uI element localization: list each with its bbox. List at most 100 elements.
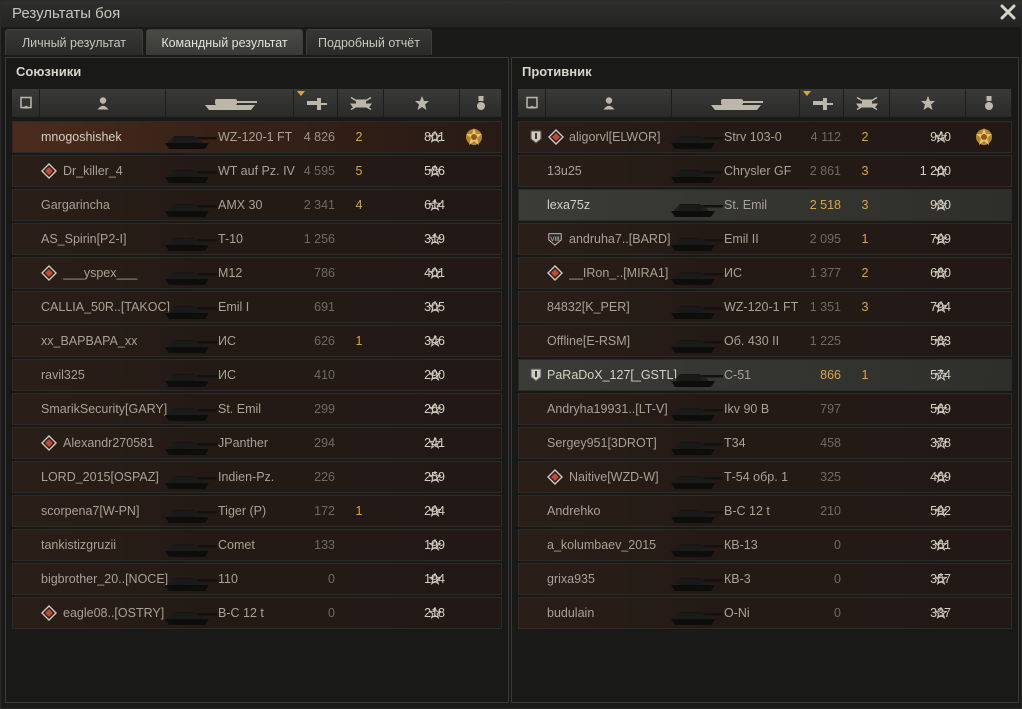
tank-thumbnail-icon — [671, 476, 723, 489]
title-bar: Результаты боя — [1, 1, 1022, 27]
tank-thumbnail-icon — [165, 442, 217, 455]
tank-thumbnail-icon — [165, 170, 217, 183]
player-row[interactable]: VIII andruha7..[BARD] Emil II 2 095 1 799 — [518, 223, 1012, 255]
xp-star-icon — [935, 607, 947, 619]
player-row[interactable]: a_kolumbaev_2015 КВ-13 0 361 — [518, 529, 1012, 561]
player-name: bigbrother_20..[NOCE] — [41, 572, 169, 586]
player-name: budulain — [547, 606, 595, 620]
platoon-icon — [19, 96, 32, 109]
player-row[interactable]: tankistizgruzii Comet 133 199 — [12, 529, 502, 561]
column-medals[interactable] — [460, 89, 502, 117]
column-xp[interactable] — [890, 89, 966, 117]
medal-icon[interactable] — [463, 126, 485, 148]
player-row[interactable]: Andrehko B-C 12 t 210 592 — [518, 495, 1012, 527]
xp-star-icon — [429, 335, 441, 347]
frags-value — [343, 292, 375, 322]
enemies-panel: Противник aligorvl[ELWOR] Strv 103-0 4 112… — [511, 57, 1019, 703]
tank-name: Т-54 обр. 1 — [724, 470, 789, 484]
column-damage[interactable] — [800, 89, 844, 117]
player-row[interactable]: scorpena7[W-PN] Tiger (P) 172 1 294 — [12, 495, 502, 527]
damage-value: 626 — [314, 334, 335, 348]
player-row[interactable]: mnogoshishek WZ-120-1 FT 4 826 2 801 — [12, 121, 502, 153]
tab-team-result[interactable]: Командный результат — [146, 29, 303, 55]
player-row[interactable]: __IRon_..[MIRA1] ИС 1 377 2 680 — [518, 257, 1012, 289]
tab-personal-result[interactable]: Личный результат — [5, 29, 143, 55]
player-row[interactable]: 13u25 Chrysler GF 2 861 3 1 200 — [518, 155, 1012, 187]
close-icon[interactable] — [999, 3, 1017, 21]
column-frags[interactable] — [844, 89, 890, 117]
player-row[interactable]: CALLIA_50R..[TAKOC] Emil I 691 305 — [12, 291, 502, 323]
column-damage[interactable] — [294, 89, 338, 117]
column-medals[interactable] — [966, 89, 1012, 117]
player-row[interactable]: Sergey951[3DROT] T34 458 378 — [518, 427, 1012, 459]
xp-star-icon — [429, 131, 441, 143]
player-row[interactable]: PaRaDoX_127[_GSTL] С-51 866 1 574 — [518, 359, 1012, 391]
tab-label: Подробный отчёт — [318, 36, 420, 50]
column-xp[interactable] — [384, 89, 460, 117]
player-name: Andryha19931..[LT-V] — [547, 402, 668, 416]
damage-value: 866 — [820, 368, 841, 382]
player-row[interactable]: ravil325 ИС 410 290 — [12, 359, 502, 391]
player-row[interactable]: Offline[E-RSM] Об. 430 II 1 225 583 — [518, 325, 1012, 357]
tank-thumbnail-icon — [671, 272, 723, 285]
xp-star-icon — [429, 607, 441, 619]
player-row[interactable]: Gargarincha AMX 30 2 341 4 614 — [12, 189, 502, 221]
player-row[interactable]: grixa935 КВ-3 0 357 — [518, 563, 1012, 595]
xp-star-icon — [935, 437, 947, 449]
player-row[interactable]: Alexandr270581 JPanther 294 241 — [12, 427, 502, 459]
player-row[interactable]: budulain O-Ni 0 337 — [518, 597, 1012, 629]
tank-name: WZ-120-1 FT — [218, 130, 293, 144]
column-frags[interactable] — [338, 89, 384, 117]
frags-value: 3 — [861, 300, 869, 314]
medal-icon — [476, 96, 485, 110]
player-name: xx_BAPBAPA_xx — [41, 334, 138, 348]
tank-name: St. Emil — [218, 402, 262, 416]
damage-value: 0 — [834, 572, 841, 586]
player-row[interactable]: bigbrother_20..[NOCE] 110 0 194 — [12, 563, 502, 595]
player-icon — [97, 97, 108, 110]
tank-thumbnail-icon — [165, 510, 217, 523]
column-player[interactable] — [40, 89, 166, 117]
damage-value: 0 — [328, 606, 335, 620]
player-name: Naitive[WZD-W] — [569, 470, 659, 484]
player-row[interactable]: LORD_2015[OSPAZ] Indien-Pz. 226 259 — [12, 461, 502, 493]
damage-icon — [306, 98, 327, 110]
tab-detailed-report[interactable]: Подробный отчёт — [306, 29, 432, 55]
column-tank[interactable] — [166, 89, 294, 117]
damage-value: 325 — [820, 470, 841, 484]
tank-name: JPanther — [218, 436, 269, 450]
player-row[interactable]: AS_Spirin[P2-I] T-10 1 256 319 — [12, 223, 502, 255]
xp-star-icon — [920, 96, 935, 110]
player-row[interactable]: SmarikSecurity[GARY] St. Emil 299 269 — [12, 393, 502, 425]
tank-thumbnail-icon — [671, 510, 723, 523]
damage-value: 0 — [328, 572, 335, 586]
player-name: mnogoshishek — [41, 130, 122, 144]
damage-value: 1 377 — [809, 266, 841, 280]
player-row[interactable]: 84832[K_PER] WZ-120-1 FT 1 351 3 794 — [518, 291, 1012, 323]
diamond-badge-icon — [41, 163, 57, 179]
player-name: Offline[E-RSM] — [547, 334, 631, 348]
column-platoon[interactable] — [12, 89, 40, 117]
player-row[interactable]: Naitive[WZD-W] Т-54 обр. 1 325 469 — [518, 461, 1012, 493]
xp-star-icon — [935, 369, 947, 381]
player-row[interactable]: ___yspex___ M12 786 401 — [12, 257, 502, 289]
column-platoon[interactable] — [518, 89, 546, 117]
player-name: Gargarincha — [41, 198, 110, 212]
player-row[interactable]: Dr_killer_4 WT auf Pz. IV 4 595 5 586 — [12, 155, 502, 187]
tank-thumbnail-icon — [671, 442, 723, 455]
tank-thumbnail-icon — [165, 374, 217, 387]
damage-value: 797 — [820, 402, 841, 416]
player-row[interactable]: Andryha19931..[LT-V] Ikv 90 B 797 569 — [518, 393, 1012, 425]
player-row[interactable]: eagle08..[OSTRY] B-C 12 t 0 218 — [12, 597, 502, 629]
tank-name: B-C 12 t — [724, 504, 770, 518]
column-player[interactable] — [546, 89, 672, 117]
player-row[interactable]: aligorvl[ELWOR] Strv 103-0 4 112 2 940 — [518, 121, 1012, 153]
medal-icon[interactable] — [973, 126, 995, 148]
frags-value — [849, 496, 881, 526]
player-row[interactable]: lexa75z St. Emil 2 518 3 930 — [518, 189, 1012, 221]
tank-thumbnail-icon — [165, 340, 217, 353]
player-row[interactable]: xx_BAPBAPA_xx ИС 626 1 346 — [12, 325, 502, 357]
damage-value: 2 095 — [809, 232, 841, 246]
column-tank[interactable] — [672, 89, 800, 117]
tank-name: Ikv 90 B — [724, 402, 770, 416]
